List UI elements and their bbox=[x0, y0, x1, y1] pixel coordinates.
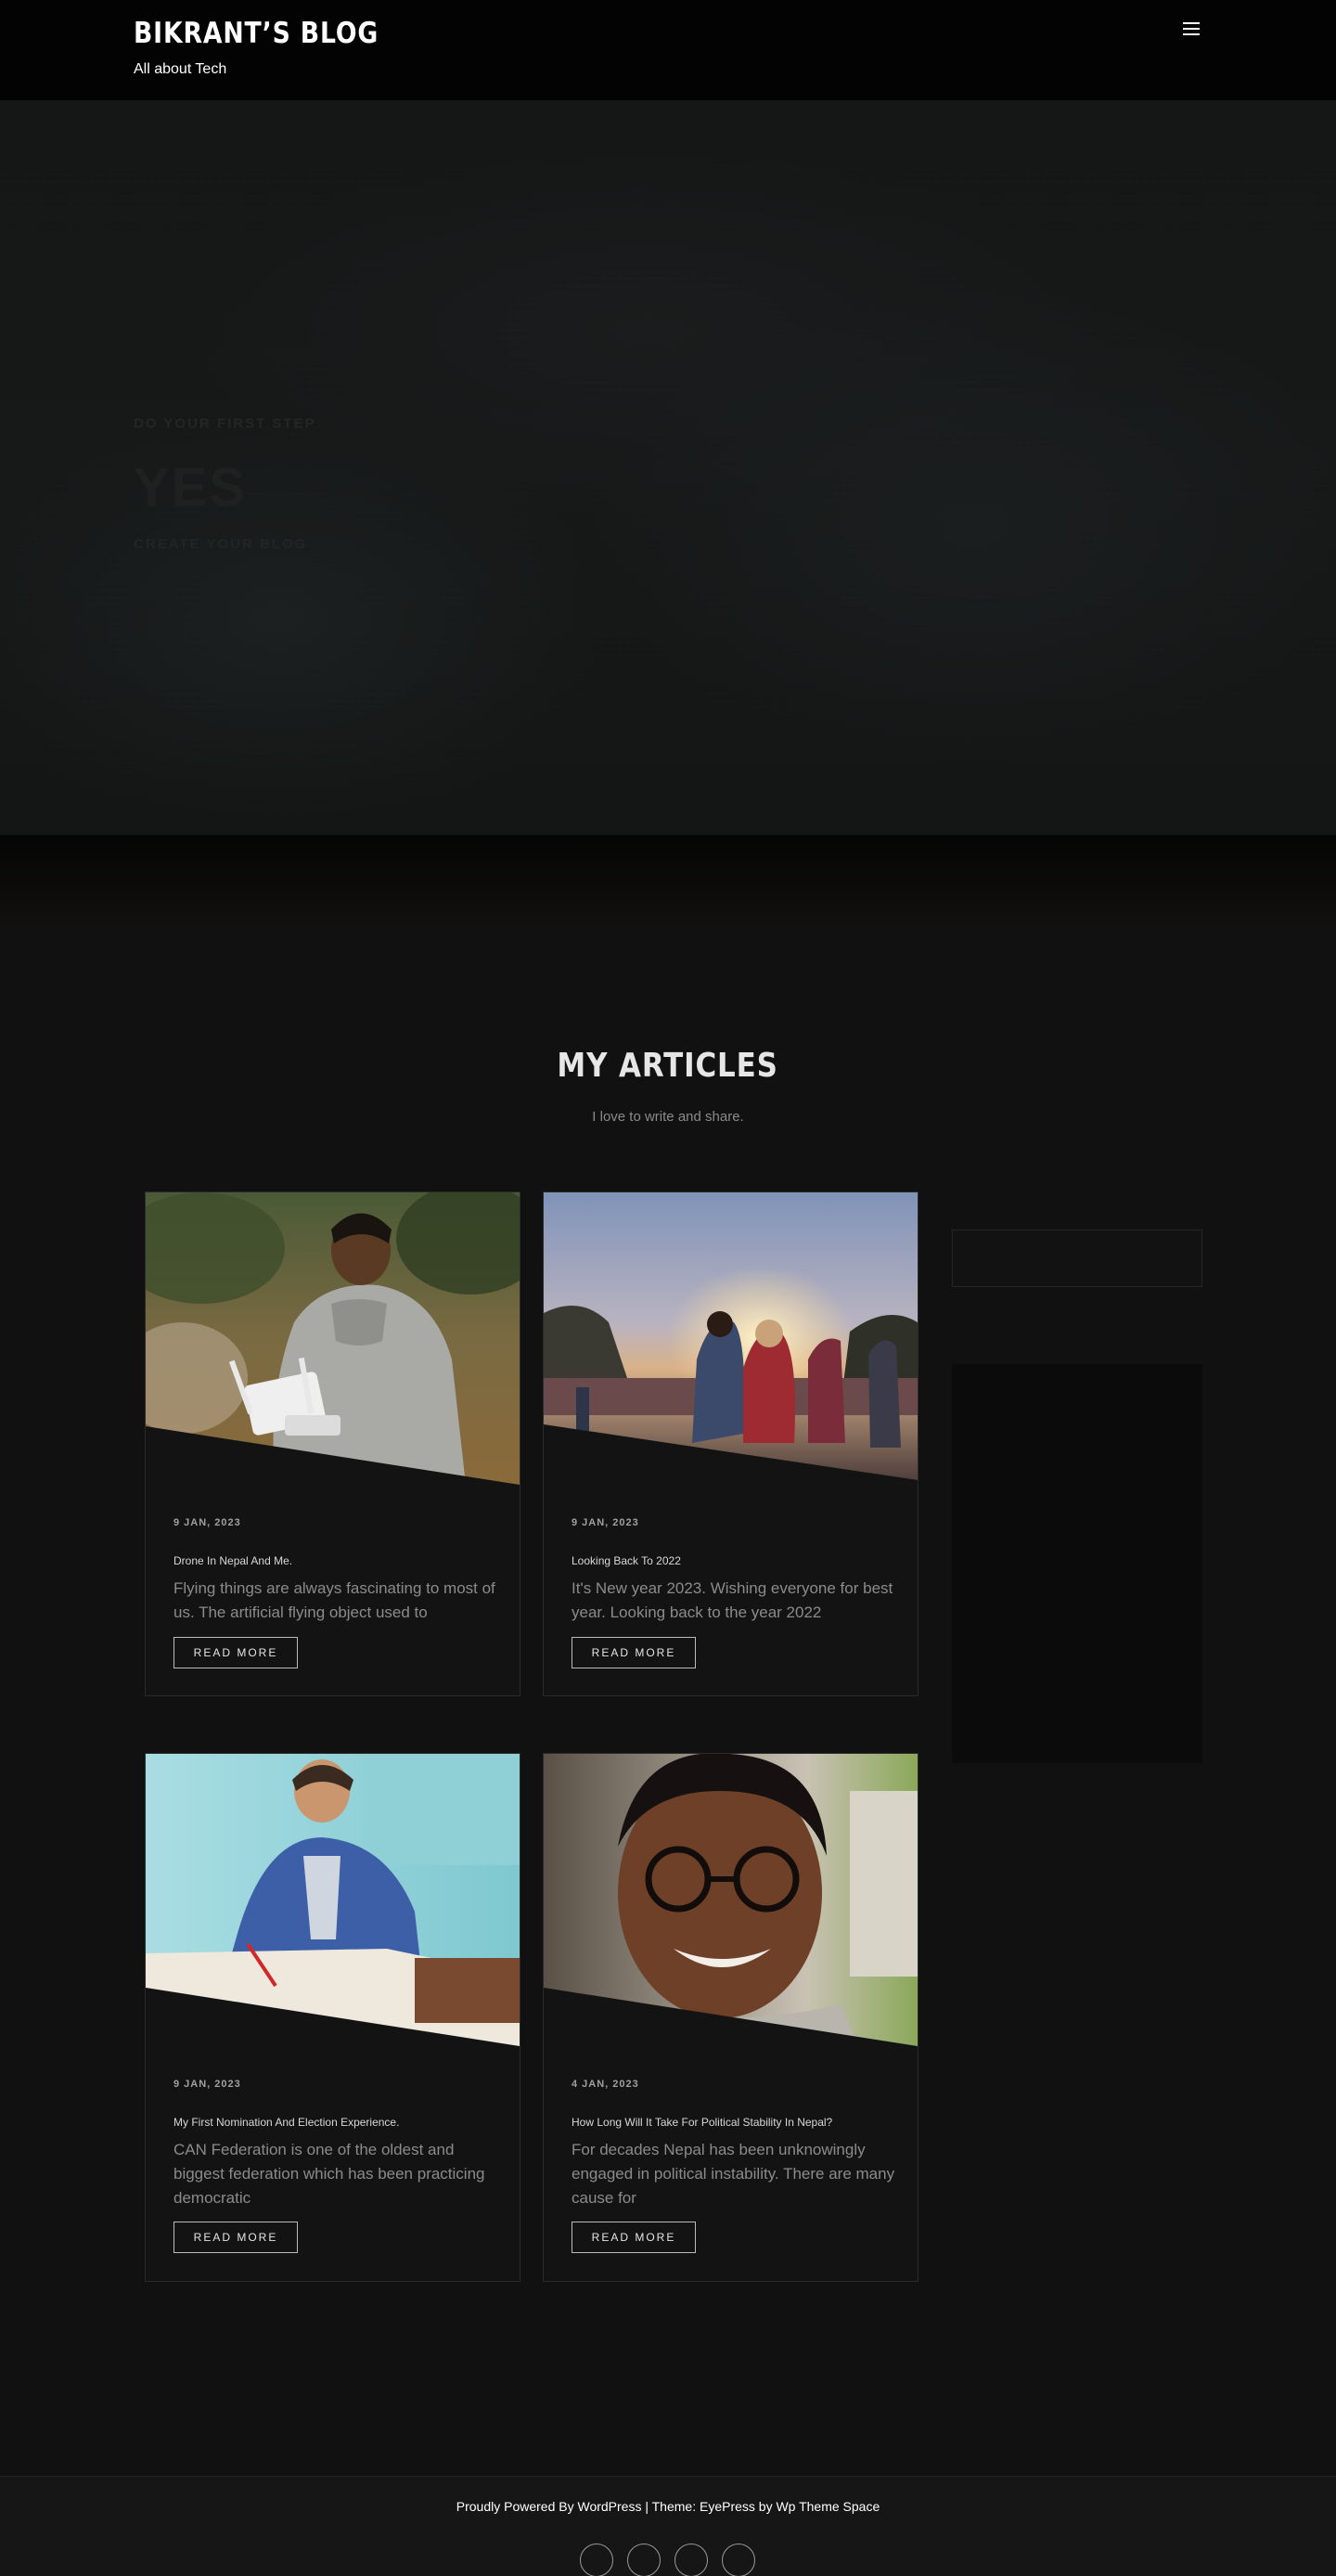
article-excerpt: It's New year 2023. Wishing everyone for… bbox=[572, 1579, 893, 1621]
read-more-button[interactable]: READ MORE bbox=[572, 2222, 696, 2253]
section-title-text: MY ARTICLES bbox=[557, 1047, 779, 1085]
social-icon-2[interactable] bbox=[627, 2544, 661, 2576]
article-excerpt: CAN Federation is one of the oldest and … bbox=[173, 2141, 485, 2207]
hero-bottom-strip bbox=[0, 835, 1336, 930]
article-title[interactable]: Looking Back To 2022 bbox=[572, 1554, 681, 1567]
article-thumbnail[interactable] bbox=[544, 1754, 918, 2046]
sunset-group-photo-image bbox=[544, 1192, 918, 1485]
article-title[interactable]: How Long Will It Take For Political Stab… bbox=[572, 2116, 832, 2129]
article-card: 9 JAN, 2023 Drone In Nepal And Me. Flyin… bbox=[145, 1191, 520, 1696]
section-subtitle: I love to write and share. bbox=[592, 1109, 744, 1125]
article-title[interactable]: My First Nomination And Election Experie… bbox=[173, 2116, 399, 2129]
site-header: BIKRANT’S BLOG All about Tech bbox=[0, 0, 1336, 100]
hero-kicker: DO YOUR FIRST STEP bbox=[134, 416, 316, 431]
read-more-button[interactable]: READ MORE bbox=[572, 1637, 696, 1668]
site-footer: Proudly Powered By WordPress | Theme: Ey… bbox=[0, 2476, 1336, 2576]
portrait-photo-image bbox=[544, 1754, 918, 2046]
article-card: 9 JAN, 2023 My First Nomination And Elec… bbox=[145, 1753, 520, 2282]
sidebar-search-widget[interactable] bbox=[952, 1230, 1202, 1287]
article-thumbnail[interactable] bbox=[146, 1192, 520, 1485]
social-icon-1[interactable] bbox=[580, 2544, 613, 2576]
article-date: 9 JAN, 2023 bbox=[572, 1517, 639, 1528]
social-icon-3[interactable] bbox=[674, 2544, 708, 2576]
read-more-button[interactable]: READ MORE bbox=[173, 1637, 298, 1668]
sidebar-widget bbox=[952, 1364, 1202, 1763]
article-card: 4 JAN, 2023 How Long Will It Take For Po… bbox=[543, 1753, 918, 2282]
article-excerpt: Flying things are always fascinating to … bbox=[173, 1579, 495, 1621]
hero-banner: DO YOUR FIRST STEP YES CREATE YOUR BLOG bbox=[0, 100, 1336, 835]
social-icon-4[interactable] bbox=[722, 2544, 755, 2576]
hero-heading: YES bbox=[134, 457, 248, 518]
site-title[interactable]: BIKRANT’S BLOG bbox=[134, 17, 379, 50]
hero-subheading: CREATE YOUR BLOG bbox=[134, 536, 308, 552]
article-date: 9 JAN, 2023 bbox=[173, 1517, 241, 1528]
election-photo-image bbox=[146, 1754, 520, 2046]
article-card: 9 JAN, 2023 Looking Back To 2022 It's Ne… bbox=[543, 1191, 918, 1696]
hamburger-menu-icon[interactable] bbox=[1182, 20, 1202, 37]
footer-credit[interactable]: Proudly Powered By WordPress | Theme: Ey… bbox=[0, 2499, 1336, 2514]
read-more-button[interactable]: READ MORE bbox=[173, 2222, 298, 2253]
drone-photo-image bbox=[146, 1192, 520, 1485]
article-date: 4 JAN, 2023 bbox=[572, 2079, 639, 2090]
site-tagline: All about Tech bbox=[134, 61, 227, 77]
article-thumbnail[interactable] bbox=[544, 1192, 918, 1485]
article-thumbnail[interactable] bbox=[146, 1754, 520, 2046]
section-title: MY ARTICLES bbox=[0, 1047, 1336, 1085]
article-excerpt: For decades Nepal has been unknowingly e… bbox=[572, 2141, 895, 2207]
article-date: 9 JAN, 2023 bbox=[173, 2079, 241, 2090]
article-title[interactable]: Drone In Nepal And Me. bbox=[173, 1554, 292, 1567]
